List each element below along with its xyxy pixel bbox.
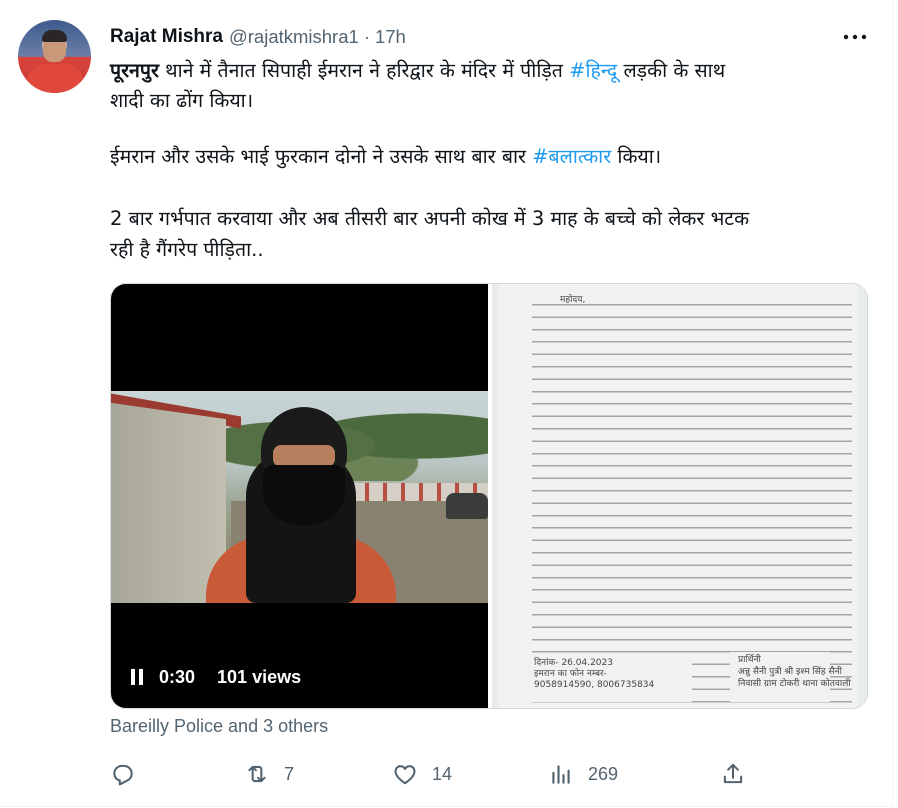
views-chart-icon [552,765,570,784]
document-heading: महोदय, [560,295,586,305]
hashtag-balatkar[interactable]: #बलात्कार [532,145,611,168]
more-dots-icon-svg [843,34,867,40]
views-button[interactable]: 269 [548,758,618,790]
tweet-header: Rajat Mishra @rajatkmishra1 · 17h [110,24,406,50]
document-signature-text: प्रार्थिनी अन्नु सैनी पुत्री श्री इश्म स… [738,654,851,690]
avatar-hair [42,30,67,42]
author-name[interactable]: Rajat Mishra [110,26,223,48]
avatar-shirt [26,64,84,93]
text-span: थाने में तैनात सिपाही ईमरान ने हरिद्वार … [158,59,570,82]
retweet-icon [248,765,266,783]
heart-icon [394,765,416,785]
avatar[interactable] [18,20,91,93]
video-time: 0:30 [159,666,196,687]
video-player[interactable]: 0:30 101 views [111,284,488,708]
pause-bar [139,669,143,685]
hashtag-hindu[interactable]: #हिन्दू [569,59,617,82]
bottom-divider [0,806,893,807]
document-image[interactable]: महोदय, दिनांक- 26.04.2023 इमरान का फोन न… [492,284,867,708]
right-divider [892,0,893,808]
video-wall-left [111,402,226,603]
tweet-text-line-3: ईमरान और उसके भाई फुरकान दोनो ने उसके सा… [110,141,880,173]
reply-button[interactable] [110,758,136,790]
video-car [446,493,488,519]
tweet-text-line-4: 2 बार गर्भपात करवाया और अब तीसरी बार अपन… [110,207,750,230]
like-count: 14 [432,763,453,784]
share-button[interactable] [720,758,746,790]
location-bold: पूरनपुर [110,59,159,82]
video-controls: 0:30 101 views [131,666,301,688]
text-span: लड़की के साथ [617,59,726,82]
text-span: किया। [611,145,662,168]
document-phone-label: इमरान का फोन नम्बर- [534,669,607,679]
document-applicant-place: निवासी ग्राम टोकरी थाना कोतवाली [738,679,851,689]
document-left-text: दिनांक- 26.04.2023 इमरान का फोन नम्बर- 9… [534,658,654,691]
document-applicant-label: प्रार्थिनी [738,655,761,665]
more-dots-icon[interactable] [840,24,870,50]
retweet-button[interactable]: 7 [244,758,294,790]
pause-bar [131,669,135,685]
author-handle[interactable]: @rajatkmishra1 [229,26,359,48]
tweet-text-line-2: शादी का ढोंग किया। [110,89,254,112]
video-views: 101 views [217,666,302,687]
text-span: ईमरान और उसके भाई फुरकान दोनो ने उसके सा… [110,145,533,168]
reply-icon [113,764,133,786]
media-grid: 0:30 101 views महोदय, दिनांक- 26.04.2023… [110,283,868,709]
tweet-time[interactable]: 17h [375,26,406,48]
pause-icon[interactable] [131,668,143,686]
document-phones: 9058914590, 8006735834 [534,680,655,690]
views-count: 269 [588,763,619,784]
tagged-users[interactable]: Bareilly Police and 3 others [110,716,328,737]
share-icon [723,763,743,784]
separator-dot: · [363,26,370,47]
document-date: दिनांक- 26.04.2023 [534,658,613,668]
retweet-count: 7 [284,763,295,784]
tweet-text-line-5: रही है गैंगरेप पीड़िता.. [110,238,264,261]
document-applicant-name: अन्नु सैनी पुत्री श्री इश्म सिंह सैनी [738,667,842,677]
video-person-eyes [273,445,335,467]
tweet-text-line-1: पूरनपुर थाने में तैनात सिपाही ईमरान ने ह… [110,55,880,87]
video-person-mask [263,465,345,525]
action-bar: 7 14 269 [110,758,870,790]
document-handwritten-lines [532,296,852,706]
like-button[interactable]: 14 [392,758,452,790]
video-frame [111,391,488,603]
